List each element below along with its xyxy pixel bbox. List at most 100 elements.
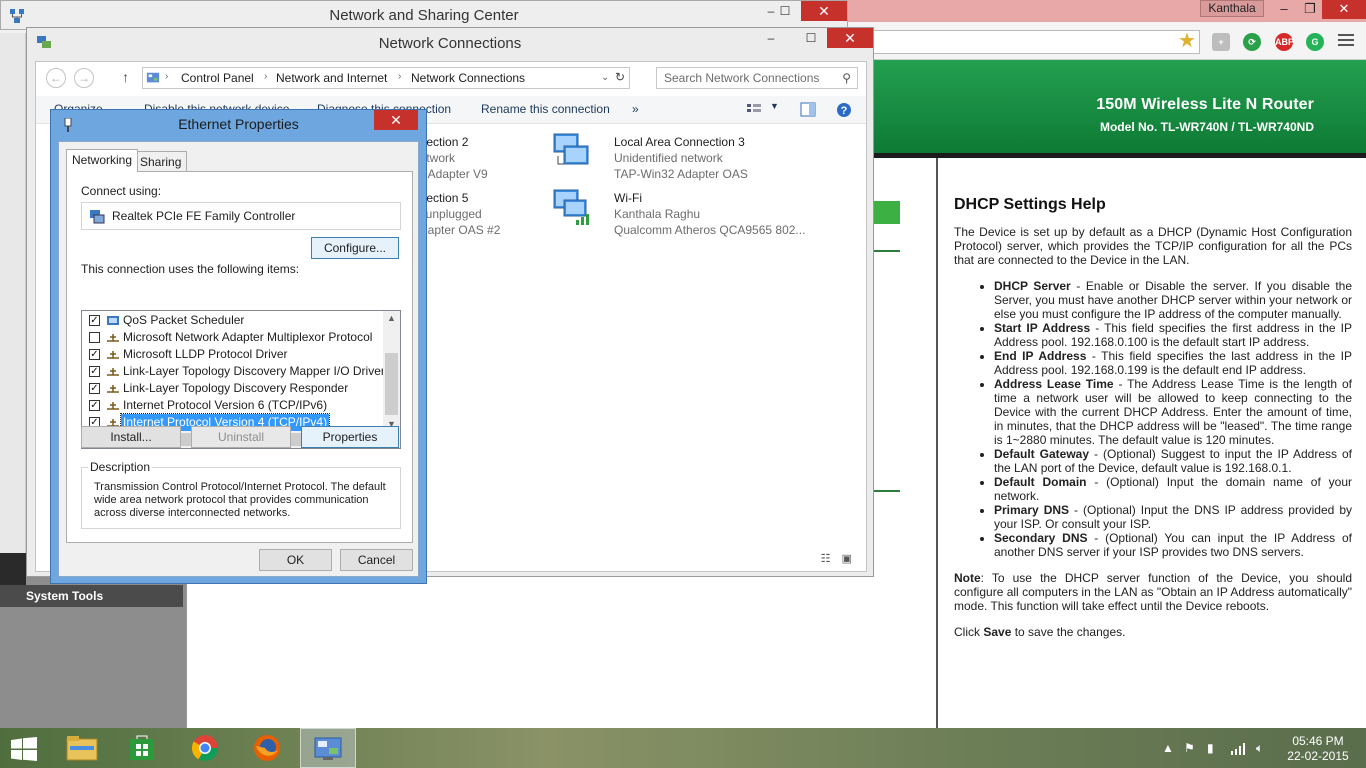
browser-menu-icon[interactable] [1338, 34, 1354, 48]
refresh-icon[interactable]: ↻ [615, 70, 625, 84]
breadcrumb-network-internet[interactable]: Network and Internet [276, 71, 387, 85]
browser-user-label[interactable]: Kanthala [1200, 0, 1264, 17]
browser-address-bar[interactable] [860, 30, 1200, 54]
ethernet-properties-dialog: Ethernet Properties ✕ Networking Sharing… [50, 109, 427, 584]
list-item[interactable]: Microsoft Network Adapter Multiplexor Pr… [82, 329, 384, 346]
item-checkbox[interactable]: ✓ [89, 349, 100, 360]
wifi-signal-icon[interactable] [1230, 742, 1246, 755]
windows-start-icon[interactable] [10, 737, 38, 761]
browser-minimize-button[interactable]: – [1270, 0, 1298, 19]
help-title: DHCP Settings Help [954, 196, 1106, 213]
extension-refresh-icon[interactable]: ⟳ [1243, 33, 1261, 51]
taskbar-control-panel[interactable] [300, 728, 356, 768]
description-label: Description [88, 460, 153, 474]
nsc-maximize-button[interactable]: ☐ [771, 1, 799, 21]
cancel-button[interactable]: Cancel [340, 549, 413, 571]
grammar-extension-icon[interactable]: G [1306, 33, 1324, 51]
router-save-button[interactable] [874, 201, 900, 224]
breadcrumb-network-connections[interactable]: Network Connections [411, 71, 525, 85]
nc-close-button[interactable]: ✕ [827, 28, 873, 48]
properties-button[interactable]: Properties [301, 426, 399, 448]
help-save-word: Save [983, 625, 1012, 639]
taskbar-store[interactable] [114, 728, 170, 768]
scroll-thumb[interactable] [385, 353, 398, 415]
help-item: Default Gateway - (Optional) Suggest to … [994, 447, 1352, 475]
help-note-label: Note [954, 571, 981, 585]
store-icon [130, 735, 154, 760]
details-view-icon[interactable]: ☷ [821, 553, 831, 565]
list-item[interactable]: ✓ QoS Packet Scheduler [82, 312, 384, 329]
taskbar-clock[interactable]: 05:46 PM 22-02-2015 [1284, 734, 1352, 764]
list-item[interactable]: ✓ Link-Layer Topology Discovery Mapper I… [82, 363, 385, 380]
scroll-up-icon[interactable]: ▲ [387, 313, 396, 323]
action-center-flag-icon[interactable]: ⚑ [1184, 741, 1195, 755]
connection-tile[interactable]: Local Area Connection 3 Unidentified net… [614, 134, 748, 182]
list-item[interactable]: ✓ Microsoft LLDP Protocol Driver [82, 346, 384, 363]
help-item: Default Domain - (Optional) Input the do… [994, 475, 1352, 503]
nav-system-tools[interactable]: System Tools [0, 585, 183, 607]
tab-networking[interactable]: Networking [66, 149, 139, 172]
nc-minimize-button[interactable]: – [757, 28, 785, 48]
help-term: Secondary DNS [994, 531, 1088, 545]
view-mode-icons: ☷ ▣ [821, 552, 852, 565]
dialog-close-button[interactable]: ✕ [374, 110, 418, 130]
ok-button[interactable]: OK [259, 549, 332, 571]
connection-adapter: Qualcomm Atheros QCA9565 802... [614, 223, 806, 237]
control-panel-icon [146, 72, 160, 83]
help-term: Default Domain [994, 475, 1087, 489]
more-commands-button[interactable]: » [632, 102, 639, 116]
item-label: Link-Layer Topology Discovery Mapper I/O… [123, 364, 385, 378]
battery-icon[interactable]: ▮ [1207, 741, 1214, 755]
volume-icon[interactable]: 🔈︎ [1256, 741, 1263, 756]
rename-button[interactable]: Rename this connection [481, 102, 610, 116]
tiles-view-icon[interactable]: ▣ [842, 553, 852, 565]
preview-pane-icon[interactable] [800, 102, 816, 117]
list-item[interactable]: ✓ Internet Protocol Version 6 (TCP/IPv6) [82, 397, 384, 414]
connection-status: Kanthala Raghu [614, 207, 701, 221]
item-checkbox[interactable]: ✓ [89, 400, 100, 411]
item-checkbox[interactable]: ✓ [89, 383, 100, 394]
bookmark-star-icon[interactable]: ★ [1178, 30, 1196, 52]
description-text: Transmission Control Protocol/Internet P… [94, 481, 386, 519]
install-button[interactable]: Install... [81, 426, 181, 448]
tab-sharing[interactable]: Sharing [134, 151, 188, 171]
search-input[interactable]: Search Network Connections ⚲ [656, 67, 858, 89]
taskbar-firefox[interactable] [239, 728, 295, 768]
view-dropdown-icon[interactable]: ▼ [770, 101, 779, 111]
vertical-scrollbar[interactable]: ▲ ▼ [383, 311, 400, 433]
nc-maximize-button[interactable]: ☐ [797, 28, 825, 48]
taskbar-file-explorer[interactable] [54, 728, 110, 768]
browser-restore-button[interactable]: ❐ [1296, 0, 1324, 19]
nsc-close-button[interactable]: ✕ [801, 1, 847, 21]
help-term: Default Gateway [994, 447, 1090, 461]
forward-arrow-icon[interactable]: → [74, 68, 94, 88]
help-icon[interactable]: ? [836, 102, 852, 118]
back-arrow-icon[interactable]: ← [46, 68, 66, 88]
connection-tile[interactable]: Wi-Fi Kanthala Raghu Qualcomm Atheros QC… [614, 190, 805, 238]
item-checkbox[interactable] [89, 332, 100, 343]
help-item: Start IP Address - This field specifies … [994, 321, 1352, 349]
up-arrow-icon[interactable]: ↑ [122, 69, 129, 85]
uninstall-button[interactable]: Uninstall [191, 426, 291, 448]
help-save-line: Click Save to save the changes. [954, 625, 1352, 639]
help-item: End IP Address - This field specifies th… [994, 349, 1352, 377]
router-model: Model No. TL-WR740N / TL-WR740ND [1099, 120, 1314, 134]
view-options-icon[interactable] [746, 103, 762, 117]
address-bar[interactable]: › Control Panel › Network and Internet ›… [142, 67, 630, 89]
help-term: Primary DNS [994, 503, 1070, 517]
browser-close-button[interactable]: ✕ [1322, 0, 1366, 19]
list-item[interactable]: ✓ Link-Layer Topology Discovery Responde… [82, 380, 384, 397]
help-item: Secondary DNS - (Optional) You can input… [994, 531, 1352, 559]
adblock-plus-icon[interactable]: ABP [1275, 33, 1294, 51]
breadcrumb-control-panel[interactable]: Control Panel [181, 71, 254, 85]
item-checkbox[interactable]: ✓ [89, 315, 100, 326]
show-hidden-icons[interactable]: ▲ [1162, 741, 1174, 755]
address-dropdown-icon[interactable]: ⌄ [601, 72, 609, 83]
item-checkbox[interactable]: ✓ [89, 366, 100, 377]
search-icon[interactable]: ⚲ [842, 71, 851, 85]
network-sharing-center-window: Network and Sharing Center – ☐ ✕ [0, 0, 848, 30]
taskbar-chrome[interactable] [177, 728, 233, 768]
item-label: Link-Layer Topology Discovery Responder [123, 381, 349, 395]
extension-plus-icon[interactable]: + [1212, 33, 1230, 51]
configure-button[interactable]: Configure... [311, 237, 399, 259]
